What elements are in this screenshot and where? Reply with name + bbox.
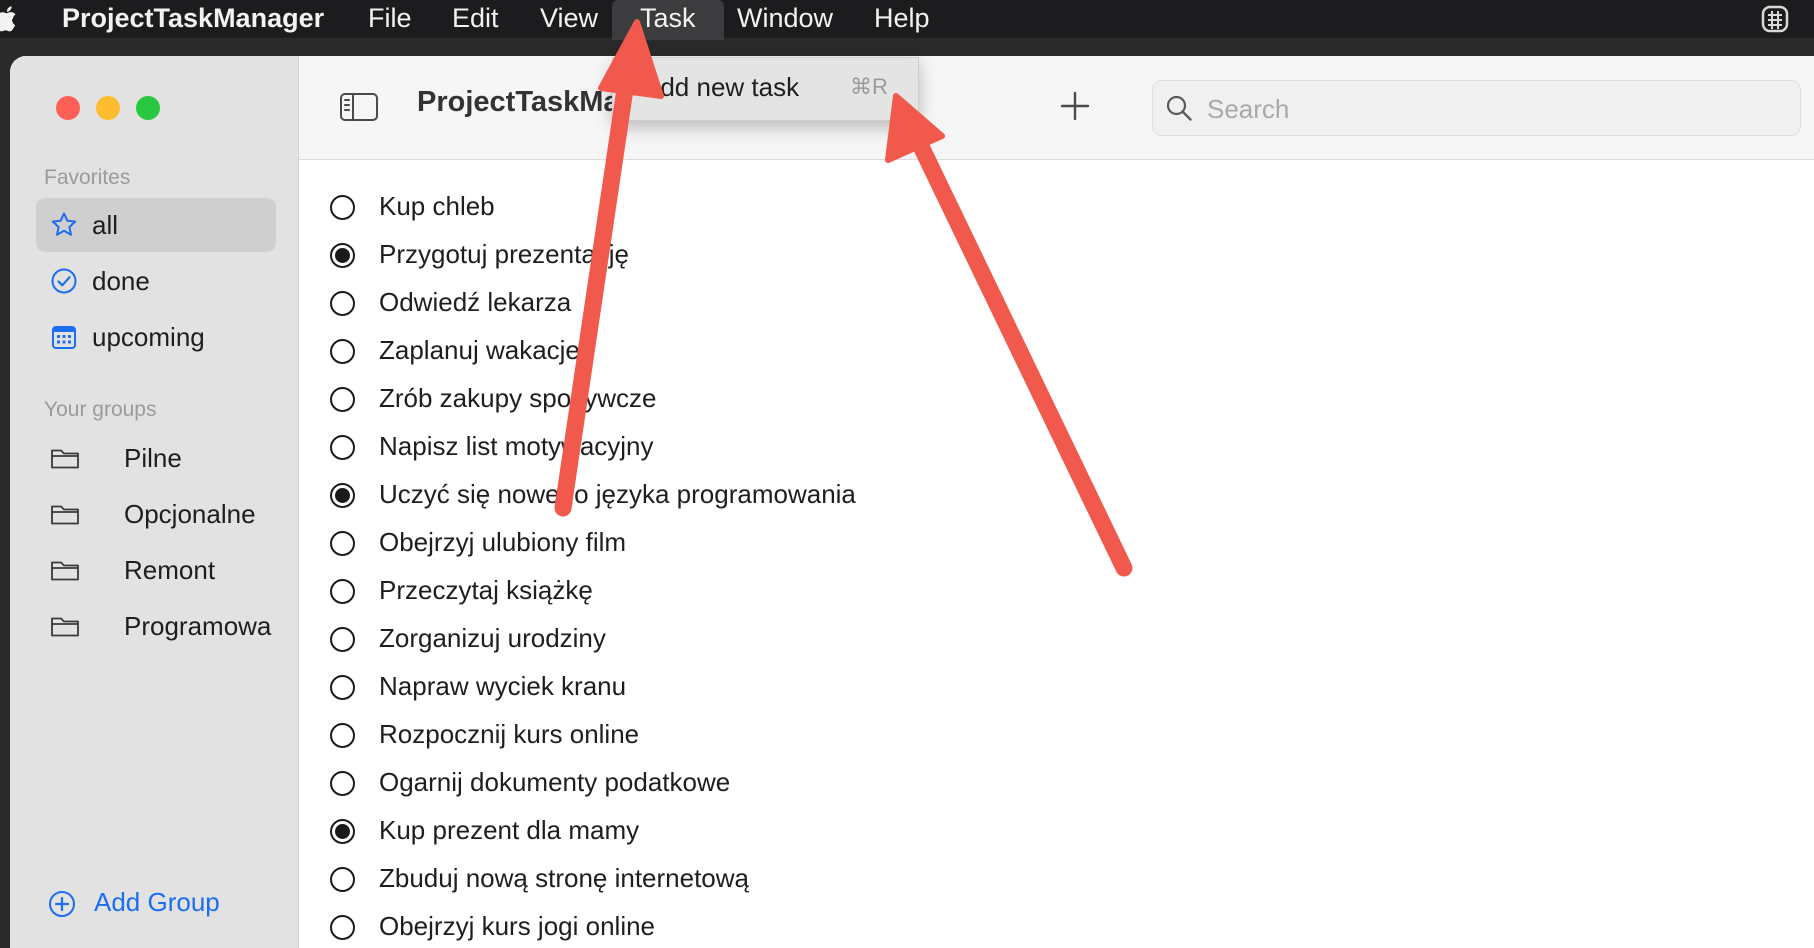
sidebar-group-label: Remont [124, 555, 216, 585]
task-title: Zbuduj nową stronę internetową [379, 863, 750, 893]
menu-view[interactable]: View [540, 0, 598, 38]
sidebar-item-label: upcoming [92, 322, 205, 352]
task-title: Zaplanuj wakacje [379, 335, 580, 365]
task-title: Odwiedź lekarza [379, 287, 572, 317]
task-title: Obejrzyj ulubiony film [379, 527, 627, 557]
search-input[interactable] [1205, 89, 1769, 129]
groups-header: Your groups [44, 398, 157, 421]
calendar-icon [52, 326, 76, 349]
sidebar-item-done[interactable]: done [36, 254, 276, 308]
app-window: Favorites all done upcoming Your groups … [10, 56, 1814, 948]
task-radio-button[interactable] [330, 195, 355, 220]
sidebar-item-upcoming[interactable]: upcoming [36, 310, 276, 364]
plus-circle-icon [49, 891, 75, 917]
close-window-button[interactable] [56, 96, 80, 120]
status-menu-icon[interactable] [1760, 4, 1790, 34]
folder-icon [51, 449, 79, 469]
task-radio-button[interactable] [330, 291, 355, 316]
task-row[interactable]: Obejrzyj ulubiony film [299, 520, 1399, 568]
task-row[interactable]: Ogarnij dokumenty podatkowe [299, 760, 1399, 808]
search-field[interactable] [1152, 80, 1801, 136]
task-row[interactable]: Zbuduj nową stronę internetową [299, 856, 1399, 904]
checkmark-circle-icon [51, 268, 77, 294]
task-radio-button[interactable] [330, 435, 355, 460]
task-radio-button[interactable] [330, 915, 355, 940]
task-title: Ogarnij dokumenty podatkowe [379, 767, 731, 797]
menu-window[interactable]: Window [737, 0, 833, 38]
sidebar-item-label: done [92, 266, 150, 296]
add-group-label: Add Group [94, 887, 220, 917]
menu-file[interactable]: File [368, 0, 412, 38]
task-radio-button[interactable] [330, 819, 355, 844]
sidebar-group-label: Programowa [124, 611, 272, 641]
task-row[interactable]: Zorganizuj urodziny [299, 616, 1399, 664]
folder-icon [51, 617, 79, 637]
toolbar: ProjectTaskManager [299, 56, 1814, 160]
task-title: Przygotuj prezentację [379, 239, 630, 269]
zoom-window-button[interactable] [136, 96, 160, 120]
task-radio-button[interactable] [330, 771, 355, 796]
menu-bar: ProjectTaskManager File Edit View Task W… [0, 0, 1814, 40]
sidebar-group-pilne[interactable]: Pilne [36, 431, 286, 485]
task-row[interactable]: Obejrzyj kurs jogi online [299, 904, 1399, 948]
task-title: Napraw wyciek kranu [379, 671, 627, 701]
folder-icon [51, 505, 79, 525]
task-title: Przeczytaj książkę [379, 575, 593, 605]
task-radio-button[interactable] [330, 387, 355, 412]
task-title: Zorganizuj urodziny [379, 623, 606, 653]
task-list: Kup chleb Przygotuj prezentację Odwiedź … [299, 160, 1789, 948]
task-radio-button[interactable] [330, 531, 355, 556]
folder-icon [51, 561, 79, 581]
menu-item-add-new-task[interactable]: Add new task ⌘R [613, 58, 918, 120]
minimize-window-button[interactable] [96, 96, 120, 120]
task-radio-button[interactable] [330, 243, 355, 268]
task-radio-button[interactable] [330, 627, 355, 652]
task-row[interactable]: Rozpocznij kurs online [299, 712, 1399, 760]
task-row[interactable]: Kup chleb [299, 184, 1399, 232]
menu-task[interactable]: Task [640, 0, 696, 38]
menu-app-name[interactable]: ProjectTaskManager [62, 0, 324, 38]
task-radio-button[interactable] [330, 675, 355, 700]
sidebar-item-label: all [92, 210, 119, 240]
task-row[interactable]: Uczyć się nowego języka programowania [299, 472, 1399, 520]
task-row[interactable]: Napisz list motywacyjny [299, 424, 1399, 472]
search-icon [1166, 95, 1192, 121]
task-menu-dropdown: Add new task ⌘R [612, 57, 919, 121]
favorites-header: Favorites [44, 166, 131, 189]
task-title: Uczyć się nowego języka programowania [379, 479, 856, 509]
task-title: Kup chleb [379, 191, 495, 221]
task-row[interactable]: Przygotuj prezentację [299, 232, 1399, 280]
task-row[interactable]: Odwiedź lekarza [299, 280, 1399, 328]
sidebar-item-all[interactable]: all [36, 198, 276, 252]
task-title: Rozpocznij kurs online [379, 719, 640, 749]
sidebar-group-remont[interactable]: Remont [36, 543, 286, 597]
task-row[interactable]: Zrób zakupy spożywcze [299, 376, 1399, 424]
plus-icon[interactable] [1059, 90, 1091, 122]
task-radio-button[interactable] [330, 867, 355, 892]
sidebar-group-label: Pilne [124, 443, 182, 473]
sidebar-group-label: Opcjonalne [124, 499, 256, 529]
task-title: Obejrzyj kurs jogi online [379, 911, 656, 941]
sidebar-group-programowa[interactable]: Programowa [36, 599, 286, 653]
task-radio-button[interactable] [330, 723, 355, 748]
menu-item-label: Add new task [643, 72, 800, 102]
task-title: Zrób zakupy spożywcze [379, 383, 657, 413]
menu-item-shortcut: ⌘R [850, 74, 888, 99]
task-title: Kup prezent dla mamy [379, 815, 640, 845]
sidebar-group-opcjonalne[interactable]: Opcjonalne [36, 487, 286, 541]
sidebar: Favorites all done upcoming Your groups … [10, 56, 299, 948]
task-row[interactable]: Kup prezent dla mamy [299, 808, 1399, 856]
star-icon [51, 212, 77, 236]
apple-logo-icon[interactable] [0, 2, 20, 34]
sidebar-toggle-icon[interactable] [339, 91, 379, 123]
task-radio-button[interactable] [330, 339, 355, 364]
task-row[interactable]: Zaplanuj wakacje [299, 328, 1399, 376]
task-radio-button[interactable] [330, 579, 355, 604]
task-radio-button[interactable] [330, 483, 355, 508]
menu-edit[interactable]: Edit [452, 0, 499, 38]
task-title: Napisz list motywacyjny [379, 431, 654, 461]
task-row[interactable]: Napraw wyciek kranu [299, 664, 1399, 712]
menu-help[interactable]: Help [874, 0, 930, 38]
task-row[interactable]: Przeczytaj książkę [299, 568, 1399, 616]
